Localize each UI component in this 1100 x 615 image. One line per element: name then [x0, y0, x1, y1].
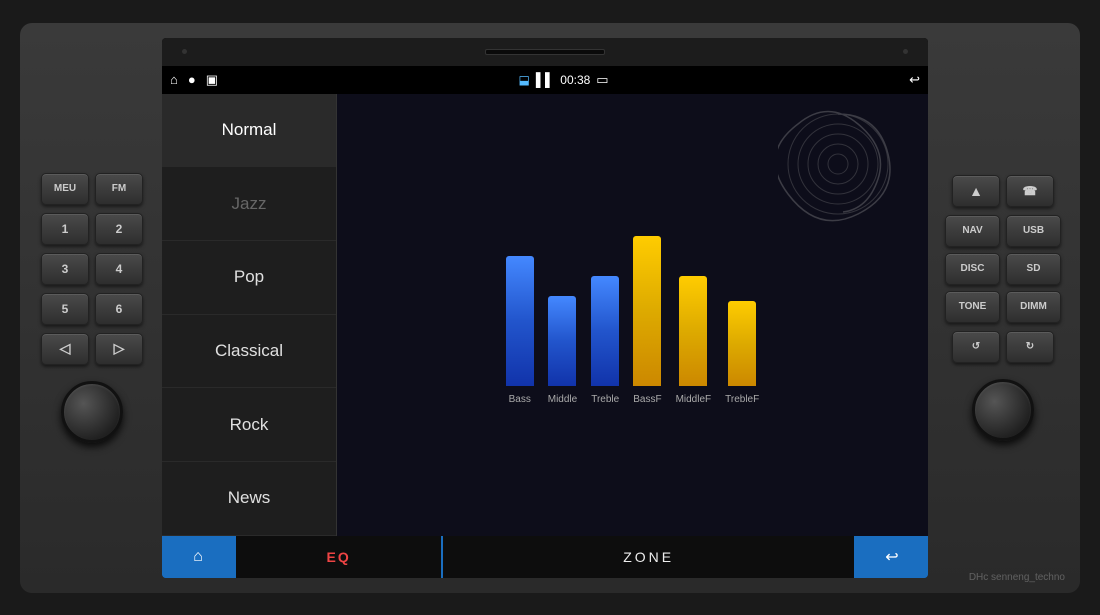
status-center: ⬓ ▌▌ 00:38 ▭: [224, 72, 903, 88]
bluetooth-icon: ⬓: [519, 73, 530, 87]
eq-bar-treble-wrapper: [591, 216, 619, 386]
head-unit: MEU FM 1 2 3 4 5 6 ◁ ▷: [20, 23, 1080, 593]
right-top-row: ▲ ☎: [952, 175, 1054, 207]
bottom-back-button[interactable]: ↩: [856, 536, 928, 578]
arrow-row: ◁ ▷: [41, 333, 143, 365]
num-3-button[interactable]: 3: [41, 253, 89, 285]
fm-button[interactable]: FM: [95, 173, 143, 205]
brightness-icon[interactable]: ●: [188, 72, 196, 87]
eq-bar-treblef-wrapper: [728, 216, 756, 386]
eq-bar-treblef: TrebleF: [725, 216, 759, 405]
eq-bar-middle-wrapper: [548, 216, 576, 386]
eq-bar-bass-wrapper: [506, 216, 534, 386]
indicator-dot-left: [182, 49, 187, 54]
right-grid: NAV USB DISC SD TONE DIMM: [945, 215, 1061, 323]
bottom-eq-button[interactable]: EQ: [236, 536, 441, 578]
eq-display: Bass Middle: [337, 94, 928, 536]
num-4-button[interactable]: 4: [95, 253, 143, 285]
eq-menu-item-normal[interactable]: Normal: [162, 94, 336, 168]
disc-button[interactable]: DISC: [945, 253, 1000, 285]
eq-menu-item-pop[interactable]: Pop: [162, 241, 336, 315]
top-button-row: MEU FM: [41, 173, 143, 205]
eq-label-middle: Middle: [548, 394, 577, 405]
eq-bar-middle: Middle: [548, 216, 577, 405]
eq-bar-bassf-wrapper: [633, 216, 661, 386]
next-button[interactable]: ▷: [95, 333, 143, 365]
eq-menu-item-rock[interactable]: Rock: [162, 388, 336, 462]
meu-button[interactable]: MEU: [41, 173, 89, 205]
home-nav-icon[interactable]: ⌂: [170, 72, 178, 87]
undo-button[interactable]: ↺: [952, 331, 1000, 363]
eq-bar-treblef-bar[interactable]: [728, 301, 756, 386]
back-nav-icon[interactable]: ↩: [909, 72, 920, 88]
nav-button[interactable]: NAV: [945, 215, 1000, 247]
eq-label-bassf: BassF: [633, 394, 661, 405]
cd-slot: [485, 49, 605, 55]
eq-menu-item-news[interactable]: News: [162, 462, 336, 536]
watermark: DHc senneng_techno: [969, 572, 1065, 583]
eq-bar-treble: Treble: [591, 216, 619, 405]
status-icons-left: ⌂ ● ▣: [170, 72, 218, 88]
eq-label-treble: Treble: [591, 394, 619, 405]
battery-icon: ▭: [596, 72, 608, 88]
prev-button[interactable]: ◁: [41, 333, 89, 365]
num-5-button[interactable]: 5: [41, 293, 89, 325]
main-content: Normal Jazz Pop Classical Rock News: [162, 94, 928, 536]
num-6-button[interactable]: 6: [95, 293, 143, 325]
eq-menu: Normal Jazz Pop Classical Rock News: [162, 94, 337, 536]
eq-bar-middlef-bar[interactable]: [679, 276, 707, 386]
indicator-dot-right: [903, 49, 908, 54]
right-panel: ▲ ☎ NAV USB DISC SD TONE DIMM ↺ ↻: [938, 175, 1068, 441]
screen-container: ⌂ ● ▣ ⬓ ▌▌ 00:38 ▭ ↩ Normal: [162, 38, 928, 578]
right-bottom-row: ↺ ↻: [952, 331, 1054, 363]
eq-bar-bass-bar[interactable]: [506, 256, 534, 386]
usb-button[interactable]: USB: [1006, 215, 1061, 247]
right-knob[interactable]: [972, 379, 1034, 441]
num-row-1: 1 2: [41, 213, 143, 245]
signal-icon: ▌▌: [536, 72, 554, 87]
screen: ⌂ ● ▣ ⬓ ▌▌ 00:38 ▭ ↩ Normal: [162, 66, 928, 578]
eq-bar-middle-bar[interactable]: [548, 296, 576, 386]
eject-button[interactable]: ▲: [952, 175, 1000, 207]
eq-bar-bassf: BassF: [633, 216, 661, 405]
bottom-bar: ⌂ EQ ZONE ↩: [162, 536, 928, 578]
left-knob[interactable]: [61, 381, 123, 443]
eq-menu-item-jazz[interactable]: Jazz: [162, 167, 336, 241]
bottom-zone-button[interactable]: ZONE: [443, 536, 854, 578]
tone-button[interactable]: TONE: [945, 291, 1000, 323]
screenshot-icon[interactable]: ▣: [206, 72, 218, 88]
eq-menu-item-classical[interactable]: Classical: [162, 315, 336, 389]
status-icons-right: ↩: [909, 72, 920, 88]
eq-bar-bassf-bar[interactable]: [633, 236, 661, 386]
num-2-button[interactable]: 2: [95, 213, 143, 245]
eq-label-bass: Bass: [509, 394, 531, 405]
bottom-home-button[interactable]: ⌂: [162, 536, 234, 578]
eq-bar-treble-bar[interactable]: [591, 276, 619, 386]
sd-button[interactable]: SD: [1006, 253, 1061, 285]
num-row-2: 3 4: [41, 253, 143, 285]
eq-bars-container: Bass Middle: [357, 205, 908, 405]
time-display: 00:38: [560, 73, 590, 87]
phone-button[interactable]: ☎: [1006, 175, 1054, 207]
eq-label-treblef: TrebleF: [725, 394, 759, 405]
eq-bar-bass: Bass: [506, 216, 534, 405]
eq-bar-middlef: MiddleF: [676, 216, 712, 405]
redo-button[interactable]: ↻: [1006, 331, 1054, 363]
dimm-button[interactable]: DIMM: [1006, 291, 1061, 323]
left-panel: MEU FM 1 2 3 4 5 6 ◁ ▷: [32, 173, 152, 443]
status-bar: ⌂ ● ▣ ⬓ ▌▌ 00:38 ▭ ↩: [162, 66, 928, 94]
num-1-button[interactable]: 1: [41, 213, 89, 245]
eq-bar-middlef-wrapper: [679, 216, 707, 386]
eq-label-middlef: MiddleF: [676, 394, 712, 405]
num-row-3: 5 6: [41, 293, 143, 325]
cd-slot-area: [162, 38, 928, 66]
